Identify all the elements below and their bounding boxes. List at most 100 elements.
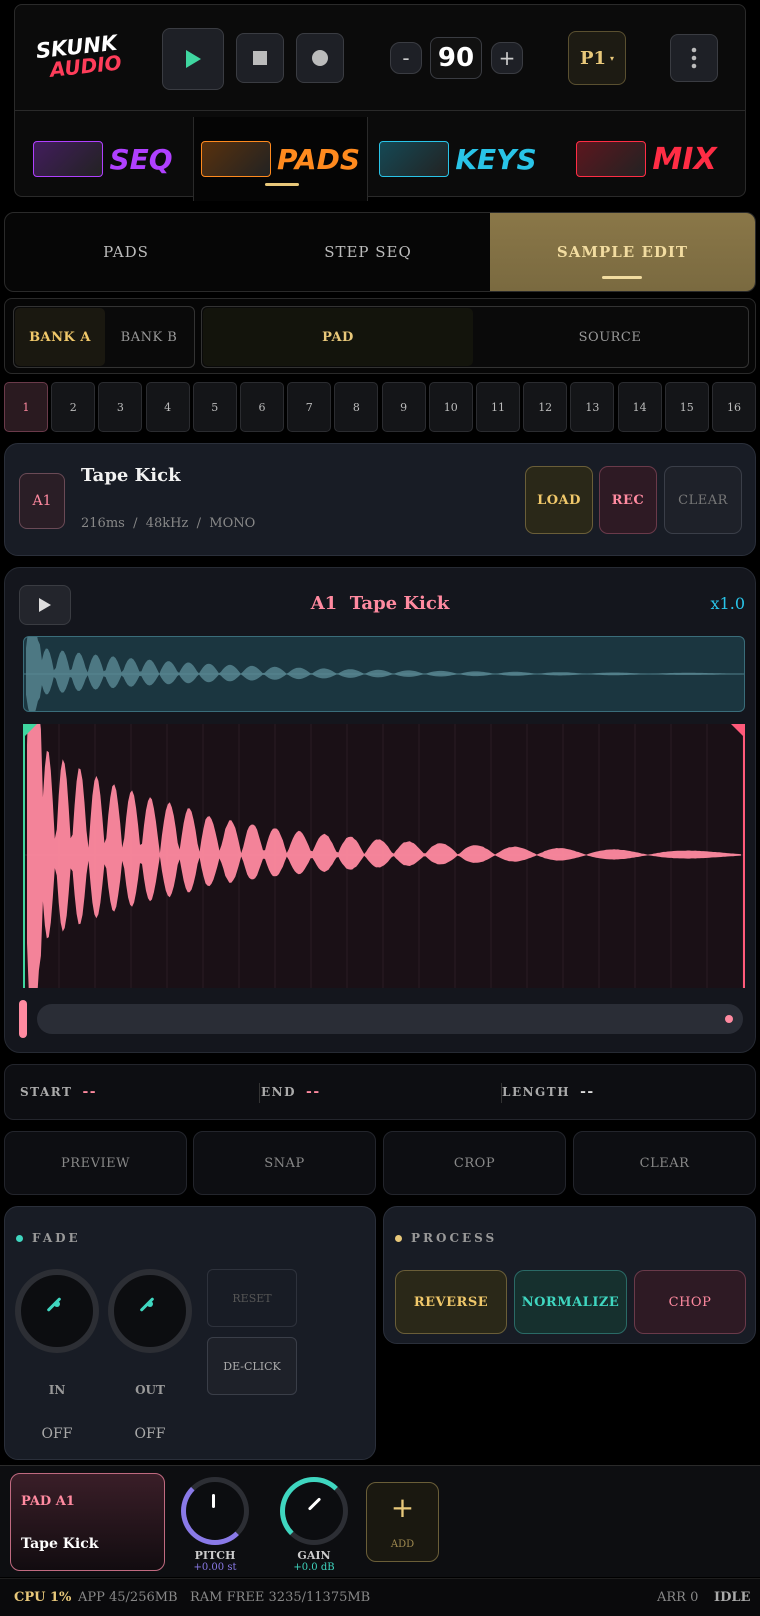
tempo-display[interactable]: 90 bbox=[430, 37, 482, 79]
pad-mode-button[interactable]: PAD bbox=[203, 308, 473, 366]
logo-line2: AUDIO bbox=[49, 53, 119, 80]
record-button[interactable] bbox=[296, 33, 344, 83]
pad-number-10[interactable]: 10 bbox=[429, 382, 473, 432]
module-art-icon bbox=[33, 141, 103, 177]
module-tab-keys[interactable]: KEYS bbox=[370, 117, 546, 201]
sample-name: Tape Kick bbox=[81, 465, 181, 486]
tempo-decrease-button[interactable]: - bbox=[390, 42, 422, 74]
gain-knob[interactable] bbox=[280, 1477, 348, 1545]
waveform-main-view[interactable] bbox=[23, 724, 745, 988]
pad-number-11[interactable]: 11 bbox=[476, 382, 520, 432]
end-marker[interactable] bbox=[743, 724, 745, 988]
module-label: SEQ bbox=[109, 143, 172, 176]
editor-sample-title: Tape Kick bbox=[350, 593, 450, 614]
end-marker-flag-icon[interactable] bbox=[731, 724, 745, 738]
pad-number-12[interactable]: 12 bbox=[523, 382, 567, 432]
arrangement-count: ARR 0 bbox=[657, 1590, 698, 1605]
pitch-value: +0.00 st bbox=[175, 1562, 255, 1573]
tempo-increase-button[interactable]: + bbox=[491, 42, 523, 74]
fade-indicator-dot bbox=[16, 1235, 23, 1242]
pad-number-16[interactable]: 16 bbox=[712, 382, 756, 432]
crop-button[interactable]: CROP bbox=[383, 1131, 566, 1195]
editor-pad-id: A1 bbox=[311, 593, 338, 614]
editor-title: A1 Tape Kick bbox=[5, 593, 755, 614]
clear-selection-button[interactable]: CLEAR bbox=[573, 1131, 756, 1195]
active-tab-indicator bbox=[602, 276, 642, 279]
pad-number-9[interactable]: 9 bbox=[382, 382, 426, 432]
more-menu-button[interactable] bbox=[670, 34, 718, 82]
pad-number-8[interactable]: 8 bbox=[334, 382, 378, 432]
start-marker[interactable] bbox=[23, 724, 25, 988]
gain-label: GAIN bbox=[274, 1549, 354, 1562]
module-art-icon bbox=[379, 141, 449, 177]
more-vertical-icon bbox=[691, 47, 697, 69]
bank-a-button[interactable]: BANK A bbox=[15, 308, 105, 366]
pad-number-13[interactable]: 13 bbox=[570, 382, 614, 432]
pad-number-7[interactable]: 7 bbox=[287, 382, 331, 432]
pad-number-5[interactable]: 5 bbox=[193, 382, 237, 432]
preview-button[interactable]: PREVIEW bbox=[4, 1131, 187, 1195]
preset-selector[interactable]: P1 ▾ bbox=[568, 31, 626, 85]
pad-number-1[interactable]: 1 bbox=[4, 382, 48, 432]
scroll-start-handle[interactable] bbox=[19, 1000, 27, 1038]
sample-meta: 216ms / 48kHz / MONO bbox=[81, 516, 255, 531]
app-logo: SKUNK AUDIO bbox=[35, 33, 119, 85]
header-divider bbox=[15, 110, 745, 111]
normalize-button[interactable]: NORMALIZE bbox=[514, 1270, 627, 1334]
bank-b-button[interactable]: BANK B bbox=[105, 308, 193, 366]
active-pad-card[interactable]: PAD A1 Tape Kick bbox=[10, 1473, 165, 1571]
scroll-thumb-dot[interactable] bbox=[725, 1015, 733, 1023]
plus-icon: + bbox=[367, 1491, 438, 1524]
knob-indicator bbox=[212, 1494, 215, 1508]
source-mode-button[interactable]: SOURCE bbox=[473, 308, 747, 366]
zoom-level[interactable]: x1.0 bbox=[711, 594, 745, 613]
pad-number-3[interactable]: 3 bbox=[98, 382, 142, 432]
pad-number-14[interactable]: 14 bbox=[618, 382, 662, 432]
stop-button[interactable] bbox=[236, 33, 284, 83]
module-tab-mix[interactable]: MIX bbox=[548, 117, 745, 201]
waveform-overview[interactable] bbox=[23, 636, 745, 712]
clear-sample-button[interactable]: CLEAR bbox=[664, 466, 742, 534]
module-tab-pads[interactable]: PADS bbox=[193, 117, 368, 201]
sample-info-card: A1 Tape Kick 216ms / 48kHz / MONO LOAD R… bbox=[4, 443, 756, 556]
tab-sample-edit[interactable]: SAMPLE EDIT bbox=[490, 213, 755, 291]
fade-out-knob[interactable] bbox=[108, 1269, 192, 1353]
active-module-indicator bbox=[265, 183, 299, 186]
snap-button[interactable]: SNAP bbox=[193, 1131, 376, 1195]
tab-pads[interactable]: PADS bbox=[5, 213, 247, 291]
sample-length: 216ms bbox=[81, 516, 125, 531]
start-marker-flag-icon[interactable] bbox=[23, 724, 37, 738]
length-value: -- bbox=[580, 1084, 595, 1100]
knob-indicator bbox=[308, 1497, 321, 1510]
play-button[interactable] bbox=[162, 28, 224, 90]
module-tab-seq[interactable]: SEQ bbox=[15, 117, 191, 201]
pitch-knob[interactable] bbox=[181, 1477, 249, 1545]
process-title: PROCESS bbox=[411, 1231, 497, 1245]
waveform-scrollbar[interactable] bbox=[37, 1004, 743, 1034]
tab-sample-edit-label: SAMPLE EDIT bbox=[557, 243, 688, 261]
load-button[interactable]: LOAD bbox=[525, 466, 593, 534]
pad-number-4[interactable]: 4 bbox=[146, 382, 190, 432]
waveform-editor: A1 Tape Kick x1.0 bbox=[4, 567, 756, 1053]
cpu-usage: CPU 1% bbox=[14, 1590, 71, 1605]
meta-separator: / bbox=[133, 516, 137, 531]
pad-number-6[interactable]: 6 bbox=[240, 382, 284, 432]
record-sample-button[interactable]: REC bbox=[599, 466, 657, 534]
start-label: START bbox=[20, 1085, 72, 1099]
process-panel: PROCESS REVERSE NORMALIZE CHOP bbox=[383, 1206, 756, 1344]
fade-in-knob[interactable] bbox=[15, 1269, 99, 1353]
overview-waveform bbox=[24, 637, 744, 711]
knob-dot bbox=[54, 1301, 60, 1307]
chop-button[interactable]: CHOP bbox=[634, 1270, 746, 1334]
declick-button[interactable]: DE-CLICK bbox=[207, 1337, 297, 1395]
reverse-button[interactable]: REVERSE bbox=[395, 1270, 507, 1334]
selection-length: LENGTH -- bbox=[502, 1065, 595, 1119]
fade-out-value: OFF bbox=[108, 1426, 192, 1442]
tab-step-seq[interactable]: STEP SEQ bbox=[247, 213, 489, 291]
engine-state: IDLE bbox=[714, 1590, 750, 1605]
add-fx-button[interactable]: + ADD bbox=[366, 1482, 439, 1562]
pad-number-15[interactable]: 15 bbox=[665, 382, 709, 432]
fade-reset-button[interactable]: RESET bbox=[207, 1269, 297, 1327]
module-label: PADS bbox=[277, 143, 360, 176]
pad-number-2[interactable]: 2 bbox=[51, 382, 95, 432]
